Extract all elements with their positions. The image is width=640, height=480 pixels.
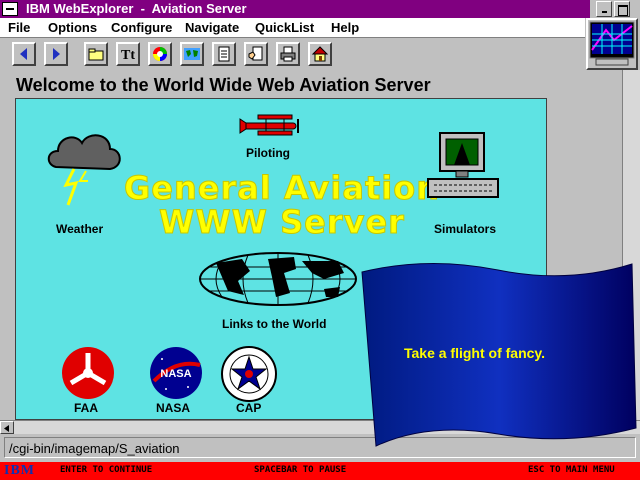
menu-file[interactable]: File: [8, 20, 30, 35]
home-icon: [311, 46, 329, 62]
menu-configure[interactable]: Configure: [111, 20, 172, 35]
nasa-label[interactable]: NASA: [156, 401, 190, 415]
page-header: Welcome to the World Wide Web Aviation S…: [0, 70, 622, 98]
webexplorer-logo: [586, 18, 638, 70]
open-folder-icon: [88, 48, 104, 61]
menu-bar: File Options Configure Navigate QuickLis…: [0, 18, 585, 38]
font-icon: Tt: [121, 48, 135, 63]
open-button[interactable]: [84, 42, 108, 66]
arrow-left-icon: [4, 425, 9, 432]
printer-icon: [280, 46, 296, 62]
title-bar: IBM WebExplorer - Aviation Server: [0, 0, 590, 18]
globe-logo-icon: [589, 21, 635, 66]
nasa-logo-text: NASA: [160, 368, 191, 380]
home-button[interactable]: [308, 42, 332, 66]
color-wheel-icon: [153, 47, 167, 61]
minimize-button[interactable]: [596, 1, 612, 17]
window-title: IBM WebExplorer - Aviation Server: [26, 1, 247, 16]
menu-navigate[interactable]: Navigate: [185, 20, 239, 35]
system-menu-icon[interactable]: [2, 2, 18, 16]
scroll-left-button[interactable]: [0, 421, 14, 434]
spacebar-hint[interactable]: SPACEBAR TO PAUSE: [254, 465, 346, 475]
globe-map-icon: [184, 48, 200, 60]
map-button[interactable]: [180, 42, 204, 66]
piloting-label[interactable]: Piloting: [246, 146, 290, 160]
color-button[interactable]: [148, 42, 172, 66]
simulators-label[interactable]: Simulators: [434, 222, 496, 236]
ibm-logo: IBM: [4, 463, 35, 478]
nasa-logo-icon[interactable]: NASA: [148, 345, 204, 401]
maximize-button[interactable]: [614, 1, 630, 17]
print-button[interactable]: [276, 42, 300, 66]
menu-help[interactable]: Help: [331, 20, 359, 35]
links-label[interactable]: Links to the World: [222, 317, 326, 331]
svg-text:Tt: Tt: [121, 48, 135, 63]
forward-icon: [53, 48, 60, 60]
font-button[interactable]: Tt: [116, 42, 140, 66]
toolbar: Tt: [0, 38, 585, 68]
document-icon: [218, 46, 230, 62]
back-button[interactable]: [12, 42, 36, 66]
page-title: Welcome to the World Wide Web Aviation S…: [16, 75, 431, 95]
forward-button[interactable]: [44, 42, 68, 66]
hand-document-button[interactable]: [244, 42, 268, 66]
cap-label[interactable]: CAP: [236, 401, 261, 415]
menu-quicklist[interactable]: QuickList: [255, 20, 314, 35]
menu-options[interactable]: Options: [48, 20, 97, 35]
esc-hint[interactable]: ESC TO MAIN MENU: [528, 465, 615, 475]
hand-document-icon: [248, 46, 263, 61]
faa-label[interactable]: FAA: [74, 401, 98, 415]
simulator-computer-icon[interactable]: [426, 131, 502, 205]
document-button[interactable]: [212, 42, 236, 66]
cap-seal-icon[interactable]: [220, 345, 278, 403]
biplane-icon[interactable]: [238, 113, 304, 139]
kiosk-bar: IBM ENTER TO CONTINUE SPACEBAR TO PAUSE …: [0, 462, 640, 480]
world-map-icon[interactable]: [198, 251, 358, 307]
faa-logo-icon[interactable]: [60, 345, 116, 401]
back-icon: [20, 48, 27, 60]
enter-hint[interactable]: ENTER TO CONTINUE: [60, 465, 152, 475]
flag-message: Take a flight of fancy.: [404, 345, 546, 361]
